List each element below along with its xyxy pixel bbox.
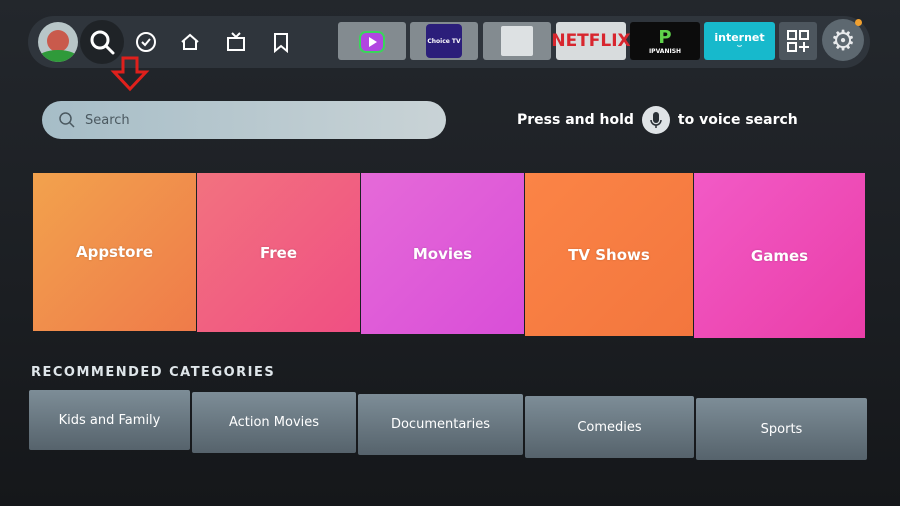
- tile-movies[interactable]: Movies: [361, 173, 524, 334]
- voice-search-hint: Press and hold to voice search: [517, 106, 798, 134]
- category-action-movies[interactable]: Action Movies: [192, 392, 356, 453]
- tile-tv-shows[interactable]: TV Shows: [525, 173, 693, 336]
- recommended-categories-heading: RECOMMENDED CATEGORIES: [31, 365, 276, 380]
- tile-appstore[interactable]: Appstore: [33, 173, 196, 331]
- search-input[interactable]: Search: [42, 101, 446, 139]
- app-tile-3[interactable]: [483, 22, 551, 60]
- app-tile-internet[interactable]: internet ⌣: [704, 22, 775, 60]
- tile-free[interactable]: Free: [197, 173, 360, 332]
- tv-icon: [227, 32, 245, 51]
- category-comedies[interactable]: Comedies: [525, 396, 694, 458]
- search-icon: [90, 30, 115, 55]
- settings-button[interactable]: ⚙: [822, 19, 864, 61]
- ipvanish-logo-icon: P: [658, 27, 672, 48]
- red-down-arrow-icon: [110, 56, 150, 92]
- tile-games[interactable]: Games: [694, 173, 865, 338]
- nav-live-tv-button[interactable]: [216, 22, 256, 62]
- app-tile-ipvanish[interactable]: P IPVANISH: [630, 22, 700, 60]
- nav-watchlist-button[interactable]: [261, 22, 301, 62]
- all-apps-button[interactable]: [779, 22, 817, 60]
- check-circle-icon: [136, 32, 156, 52]
- microphone-icon: [641, 106, 670, 134]
- app-tile-netflix[interactable]: NETFLIX: [551, 22, 631, 60]
- home-icon: [181, 33, 199, 50]
- bookmark-icon: [274, 33, 288, 53]
- category-documentaries[interactable]: Documentaries: [358, 394, 523, 455]
- category-sports[interactable]: Sports: [696, 398, 867, 460]
- search-placeholder: Search: [85, 112, 130, 128]
- profile-avatar[interactable]: [38, 22, 78, 62]
- app-tile-choice-tv[interactable]: Choice TV: [410, 22, 478, 60]
- search-icon: [59, 112, 75, 128]
- tv-play-icon: [359, 31, 385, 53]
- notification-dot: [855, 19, 862, 26]
- gear-icon: ⚙: [830, 23, 856, 57]
- apps-grid-plus-icon: [787, 30, 809, 52]
- category-kids-and-family[interactable]: Kids and Family: [29, 390, 190, 450]
- app-tile-1[interactable]: [338, 22, 406, 60]
- nav-home-button[interactable]: [170, 22, 210, 62]
